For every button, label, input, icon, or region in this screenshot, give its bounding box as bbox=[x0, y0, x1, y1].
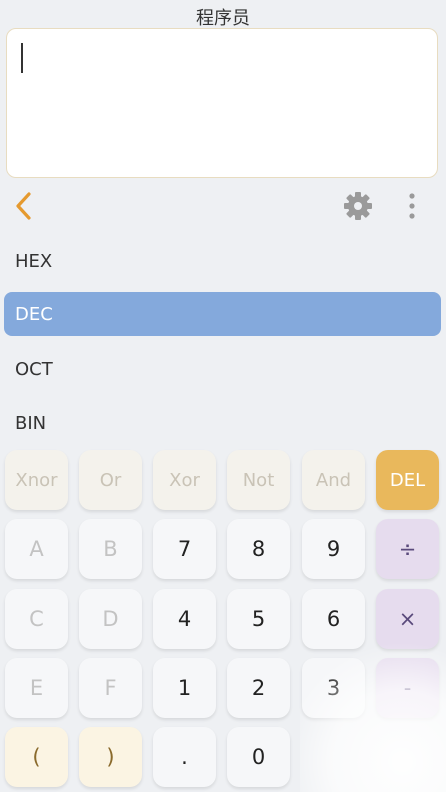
key-1[interactable]: 1 bbox=[153, 658, 216, 718]
key-5[interactable]: 5 bbox=[227, 589, 290, 649]
key-not[interactable]: Not bbox=[227, 450, 290, 510]
settings-button[interactable] bbox=[342, 190, 374, 222]
key-2[interactable]: 2 bbox=[227, 658, 290, 718]
key-divide[interactable]: ÷ bbox=[376, 519, 439, 579]
key-subtract[interactable]: - bbox=[376, 658, 439, 718]
key-0[interactable]: 0 bbox=[227, 727, 290, 787]
key-8[interactable]: 8 bbox=[227, 519, 290, 579]
key-multiply[interactable]: × bbox=[376, 589, 439, 649]
base-dec[interactable]: DEC bbox=[4, 292, 441, 336]
key-close-paren[interactable]: ) bbox=[79, 727, 142, 787]
key-xor[interactable]: Xor bbox=[153, 450, 216, 510]
key-e[interactable]: E bbox=[5, 658, 68, 718]
key-9[interactable]: 9 bbox=[302, 519, 365, 579]
back-button[interactable] bbox=[12, 190, 36, 222]
key-and[interactable]: And bbox=[302, 450, 365, 510]
key-xnor[interactable]: Xnor bbox=[5, 450, 68, 510]
key-c[interactable]: C bbox=[5, 589, 68, 649]
key-or[interactable]: Or bbox=[79, 450, 142, 510]
key-del[interactable]: DEL bbox=[376, 450, 439, 510]
page-title: 程序员 bbox=[196, 8, 250, 29]
key-6[interactable]: 6 bbox=[302, 589, 365, 649]
key-d[interactable]: D bbox=[79, 589, 142, 649]
key-b[interactable]: B bbox=[79, 519, 142, 579]
gear-icon bbox=[344, 192, 372, 220]
key-3[interactable]: 3 bbox=[302, 658, 365, 718]
key-decimal[interactable]: . bbox=[153, 727, 216, 787]
base-hex[interactable]: HEX bbox=[4, 239, 441, 283]
key-a[interactable]: A bbox=[5, 519, 68, 579]
key-4[interactable]: 4 bbox=[153, 589, 216, 649]
base-oct[interactable]: OCT bbox=[4, 347, 441, 391]
chevron-left-icon bbox=[16, 192, 31, 220]
more-vertical-icon bbox=[409, 193, 415, 219]
text-cursor bbox=[21, 43, 23, 73]
key-7[interactable]: 7 bbox=[153, 519, 216, 579]
base-bin[interactable]: BIN bbox=[4, 401, 441, 445]
key-f[interactable]: F bbox=[79, 658, 142, 718]
expression-display[interactable] bbox=[6, 28, 438, 178]
key-open-paren[interactable]: ( bbox=[5, 727, 68, 787]
more-options-button[interactable] bbox=[400, 190, 424, 222]
